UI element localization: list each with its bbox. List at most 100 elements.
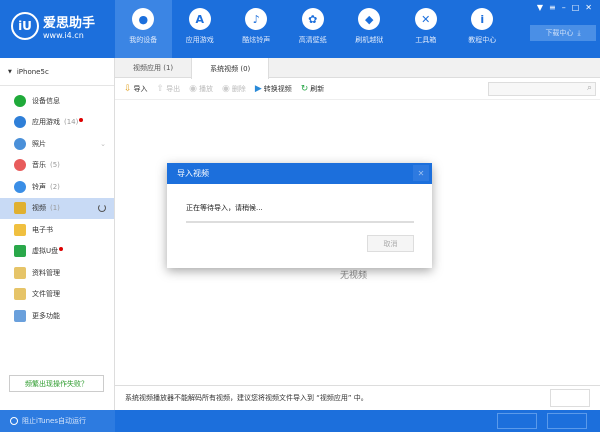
download-center-button[interactable]: 下载中心 ⤓ xyxy=(530,25,596,41)
info-text: 系统视频播放器不能解码所有视频，建议您将视频文件导入到 “视频应用” 中。 xyxy=(125,394,368,402)
nav-item[interactable]: ✿ 高清壁纸 xyxy=(285,0,342,58)
skin-icon[interactable]: ▼ xyxy=(537,3,543,12)
maximize-icon[interactable]: □ xyxy=(572,3,580,12)
cancel-button[interactable]: 取消 xyxy=(367,235,414,252)
loading-spinner-icon xyxy=(98,204,106,213)
info-box xyxy=(550,389,590,407)
sidebar-item[interactable]: 应用游戏 (14) xyxy=(0,112,114,134)
apple-icon: ● xyxy=(132,8,155,30)
apps-icon xyxy=(14,116,26,129)
block-itunes-toggle[interactable]: 阻止iTunes自动运行 xyxy=(0,410,115,432)
nav-item[interactable]: ♪ 酷炫铃声 xyxy=(228,0,285,58)
ringtone-icon xyxy=(14,180,26,193)
badge-dot xyxy=(59,246,64,251)
app-store-icon: A xyxy=(188,8,211,30)
nav-label: 刷机越狱 xyxy=(355,36,384,44)
app-name: 爱思助手 xyxy=(43,16,96,31)
convert-icon: ▶ xyxy=(254,83,262,94)
usb-icon xyxy=(14,245,26,258)
sidebar: ▼ iPhone5c 设备信息 应用游戏 (14) 照片 ⌄ 音乐 (5) 铃声 (2) 视频 (1… xyxy=(0,58,115,410)
block-itunes-label: 阻止iTunes自动运行 xyxy=(22,417,86,425)
sidebar-item-label: 视频 xyxy=(32,204,46,213)
download-center-label: 下载中心 xyxy=(545,29,574,37)
sidebar-item-label: 资料管理 xyxy=(32,268,60,277)
sidebar-item[interactable]: 资料管理 xyxy=(0,262,114,284)
sidebar-item[interactable]: 音乐 (5) xyxy=(0,155,114,177)
sidebar-item[interactable]: 设备信息 xyxy=(0,90,114,112)
video-icon xyxy=(14,202,26,215)
import-video-dialog: 导入视频 ✕ 正在等待导入，请稍候... 取消 xyxy=(167,163,432,268)
app-url: www.i4.cn xyxy=(43,31,84,40)
sidebar-item-count: (14) xyxy=(64,118,79,127)
menu-icon[interactable]: ≡ xyxy=(549,3,556,12)
refresh-icon: ↻ xyxy=(300,83,309,94)
toolbar-label: 播放 xyxy=(198,84,213,93)
nav-item[interactable]: i 教程中心 xyxy=(454,0,511,58)
caret-down-icon: ▼ xyxy=(8,68,12,75)
nav-label: 高清壁纸 xyxy=(298,36,327,44)
radio-icon xyxy=(10,417,18,425)
footer: 阻止iTunes自动运行 xyxy=(0,410,600,432)
close-icon[interactable]: ✕ xyxy=(585,3,592,12)
sidebar-item[interactable]: 文件管理 xyxy=(0,284,114,306)
more-icon xyxy=(14,309,26,322)
delete-icon: ◉ xyxy=(221,83,230,94)
empty-state: 无视频 xyxy=(340,271,368,281)
sidebar-item[interactable]: 虚拟U盘 xyxy=(0,241,114,263)
nav-item[interactable]: ● 我的设备 xyxy=(115,0,172,58)
main-nav: ● 我的设备 A 应用游戏 ♪ 酷炫铃声 ✿ 高清壁纸 ◆ 刷机越狱 ✕ 工具箱 i 教程中心 xyxy=(115,0,511,58)
dialog-message: 正在等待导入，请稍候... xyxy=(186,204,263,212)
footer-button[interactable] xyxy=(547,413,587,429)
footer-button[interactable] xyxy=(497,413,537,429)
nav-item[interactable]: ✕ 工具箱 xyxy=(398,0,455,58)
nav-item[interactable]: A 应用游戏 xyxy=(172,0,229,58)
sidebar-item[interactable]: 照片 ⌄ xyxy=(0,133,114,155)
sidebar-item-label: 应用游戏 xyxy=(32,118,60,127)
info-icon: i xyxy=(471,8,494,30)
sidebar-item-label: 音乐 xyxy=(32,161,46,170)
toolbar-label: 导入 xyxy=(133,84,148,93)
logo-mark: iU xyxy=(11,12,39,40)
sidebar-item-label: 更多功能 xyxy=(32,311,60,320)
import-button[interactable]: ⇩ 导入 xyxy=(124,84,148,94)
dialog-close-icon[interactable]: ✕ xyxy=(413,165,429,181)
sidebar-item[interactable]: 更多功能 xyxy=(0,305,114,327)
refresh-button[interactable]: ↻ 刷新 xyxy=(301,84,325,94)
tab[interactable]: 系统视频 (0) xyxy=(191,58,270,79)
tab[interactable]: 视频应用 (1) xyxy=(115,58,191,77)
file-icon xyxy=(14,288,26,301)
sidebar-item[interactable]: 铃声 (2) xyxy=(0,176,114,198)
dropbox-icon: ◆ xyxy=(358,8,381,30)
nav-item[interactable]: ◆ 刷机越狱 xyxy=(341,0,398,58)
sidebar-item-label: 照片 xyxy=(32,139,46,148)
device-name: iPhone5c xyxy=(16,67,49,76)
nav-label: 我的设备 xyxy=(129,36,158,44)
nav-label: 应用游戏 xyxy=(185,36,214,44)
device-selector[interactable]: ▼ iPhone5c xyxy=(0,58,114,86)
play-icon: ◉ xyxy=(189,83,197,94)
sidebar-item-label: 虚拟U盘 xyxy=(32,247,59,256)
sidebar-item-label: 设备信息 xyxy=(32,96,60,105)
photo-icon xyxy=(14,137,26,150)
search-input[interactable]: ⌕ xyxy=(488,82,596,96)
toolbar-label: 删除 xyxy=(231,84,246,93)
play-button[interactable]: ◉ 播放 xyxy=(189,84,213,94)
device-info-icon xyxy=(14,94,26,107)
sidebar-item[interactable]: 视频 (1) xyxy=(0,197,114,219)
music-icon xyxy=(14,159,26,172)
flower-icon: ✿ xyxy=(301,8,324,30)
toolbar-label: 转换视频 xyxy=(263,84,292,93)
logo: iU 爱思助手 www.i4.cn xyxy=(11,12,95,40)
download-icon: ⤓ xyxy=(577,28,581,37)
minimize-icon[interactable]: – xyxy=(562,3,566,12)
export-button[interactable]: ⇧ 导出 xyxy=(157,84,181,94)
chevron-down-icon[interactable]: ⌄ xyxy=(100,140,106,148)
frequent-failure-button[interactable]: 频繁出现操作失败？ xyxy=(9,375,104,392)
sidebar-item[interactable]: 电子书 xyxy=(0,219,114,241)
convert-button[interactable]: ▶ 转换视频 xyxy=(255,84,292,94)
window-controls: ▼ ≡ – □ ✕ xyxy=(537,3,592,12)
data-icon xyxy=(14,266,26,279)
tools-icon: ✕ xyxy=(414,8,437,30)
badge-dot xyxy=(79,117,84,122)
delete-button[interactable]: ◉ 删除 xyxy=(222,84,246,94)
